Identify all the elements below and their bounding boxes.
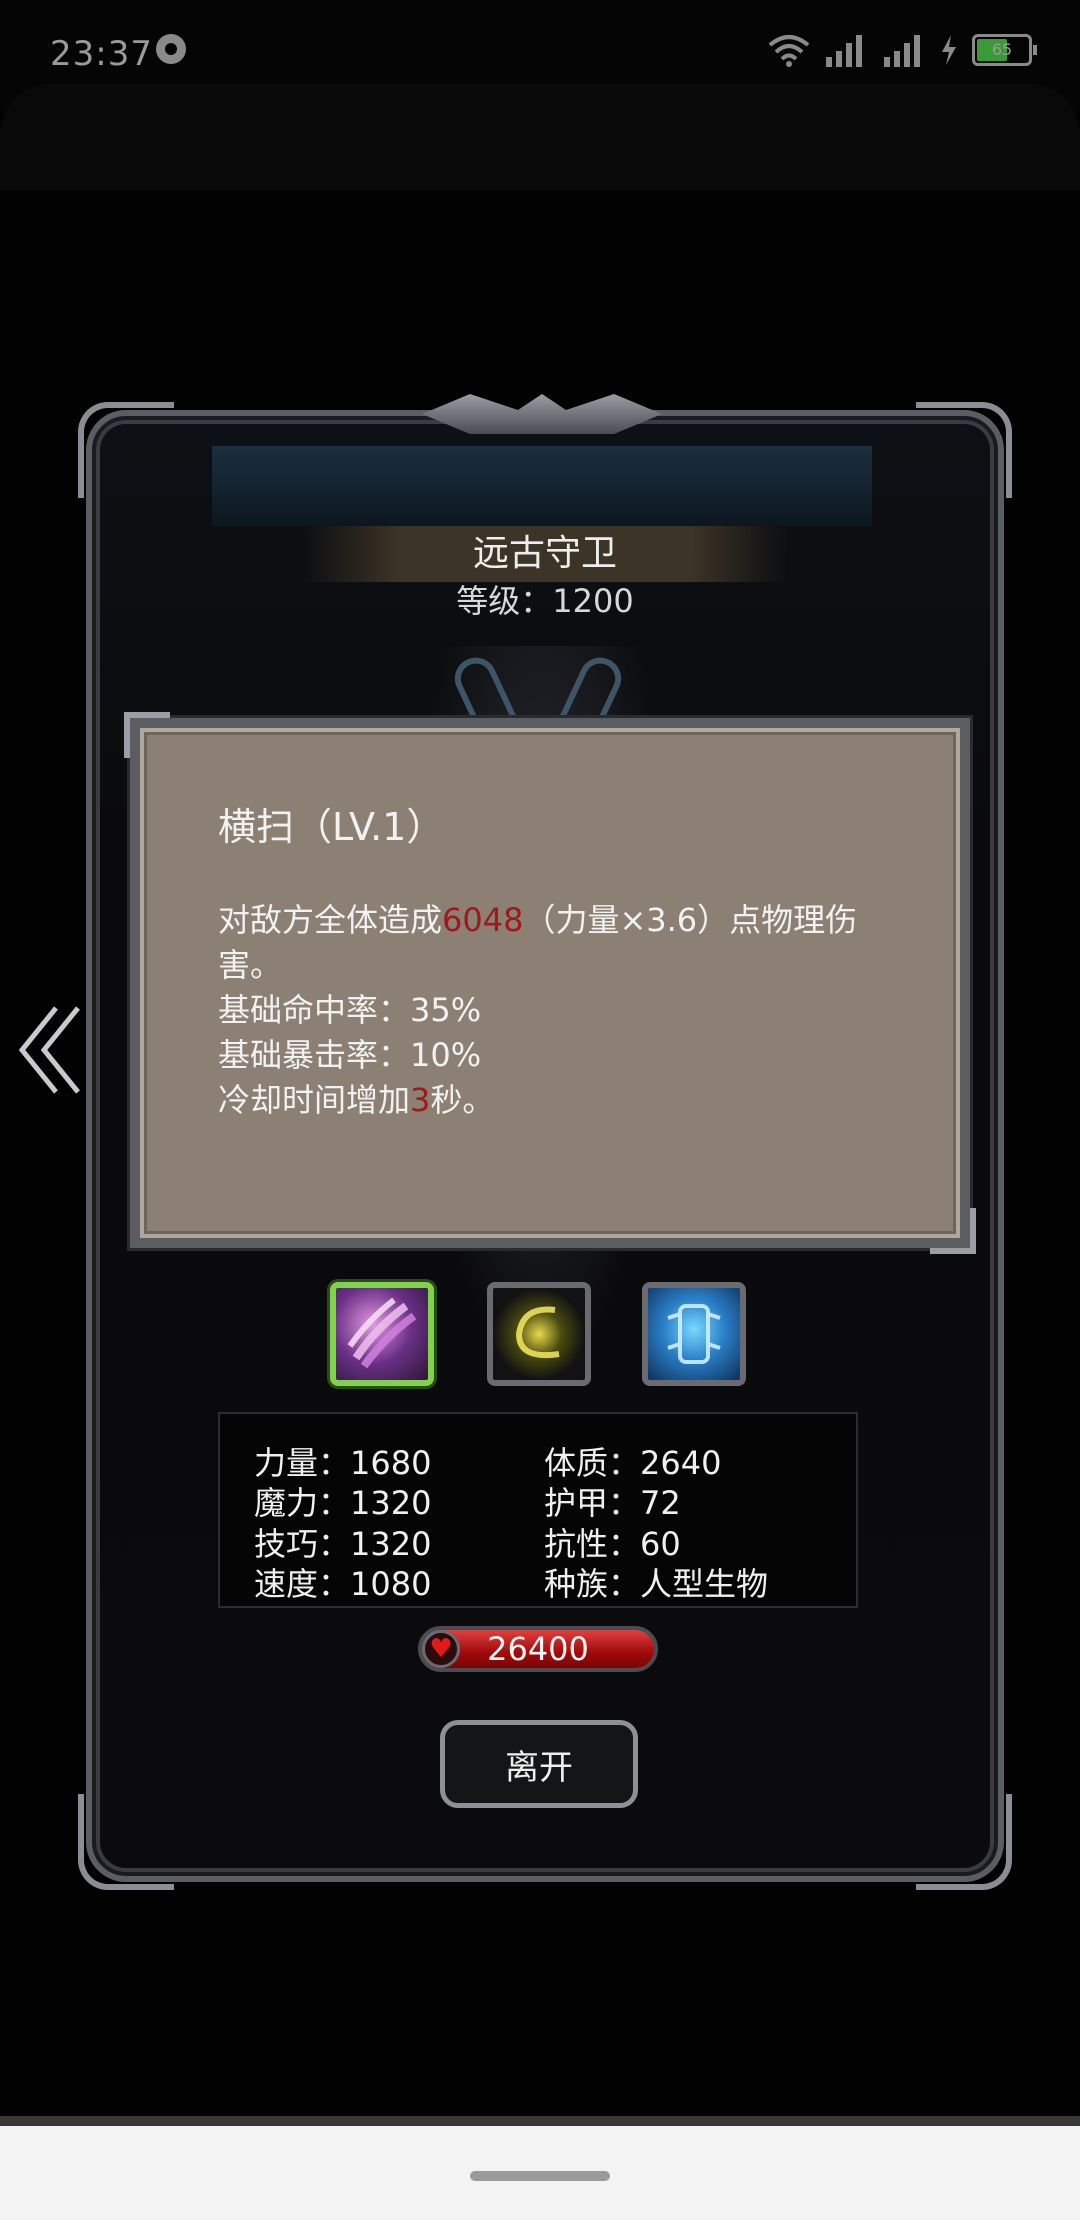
blue-armor-icon[interactable] — [642, 1282, 746, 1386]
cooldown-value: 3 — [410, 1081, 431, 1119]
cooldown-line: 冷却时间增加3秒。 — [218, 1078, 898, 1123]
notification-drop-icon — [156, 34, 186, 64]
corner-ornament — [916, 402, 1012, 498]
leave-button-label: 离开 — [505, 1747, 573, 1788]
skill-description: 对敌方全体造成6048（力量×3.6）点物理伤害。 基础命中率：35% 基础暴击… — [218, 898, 898, 1123]
top-ornament — [422, 394, 662, 434]
stat-magic: 魔力：1320 — [254, 1484, 432, 1522]
crit-rate: 基础暴击率：10% — [218, 1036, 482, 1074]
claw-slash-icon[interactable] — [330, 1282, 434, 1386]
hp-value: 26400 — [487, 1630, 589, 1668]
charging-icon — [942, 35, 956, 65]
app-top-band — [0, 84, 1080, 190]
hit-rate: 基础命中率：35% — [218, 991, 482, 1029]
corner-ornament — [78, 1794, 174, 1890]
corner-ornament — [916, 1794, 1012, 1890]
damage-value: 6048 — [442, 901, 524, 939]
window-header-glow — [212, 446, 872, 526]
skill-tooltip: 横扫（LV.1） 对敌方全体造成6048（力量×3.6）点物理伤害。 基础命中率… — [124, 712, 976, 1254]
lightning-arc-glyph — [515, 1306, 560, 1358]
cooldown-suffix: 秒。 — [430, 1081, 495, 1119]
battery-icon: 65 — [972, 34, 1037, 66]
stat-armor: 护甲：72 — [544, 1484, 681, 1522]
lightning-arc-icon[interactable] — [487, 1282, 591, 1386]
wifi-icon — [768, 35, 810, 67]
signal-icon — [826, 35, 862, 67]
skill-damage-line: 对敌方全体造成6048（力量×3.6）点物理伤害。 — [218, 898, 898, 988]
blue-armor-glyph — [667, 1304, 721, 1364]
battery-level: 65 — [991, 40, 1013, 59]
status-time: 23:37 — [50, 34, 153, 74]
leave-button[interactable]: 离开 — [440, 1720, 638, 1808]
home-gesture-pill[interactable] — [470, 2171, 610, 2181]
skill-title: 横扫（LV.1） — [218, 805, 445, 849]
stat-race: 种族：人型生物 — [544, 1565, 769, 1603]
signal-icon — [884, 35, 920, 67]
cooldown-prefix: 冷却时间增加 — [218, 1081, 411, 1119]
stats-panel: 力量：1680 体质：2640 魔力：1320 护甲：72 技巧：1320 抗性… — [218, 1412, 858, 1608]
damage-prefix: 对敌方全体造成 — [218, 901, 443, 939]
stat-speed: 速度：1080 — [254, 1565, 432, 1603]
enemy-level: 等级：1200 — [456, 582, 634, 620]
enemy-name: 远古守卫 — [472, 533, 617, 574]
status-icons: 65 — [768, 30, 1037, 70]
double-chevron-left-icon[interactable] — [16, 1000, 90, 1100]
claw-slash-glyph — [347, 1297, 417, 1369]
corner-ornament — [78, 402, 174, 498]
